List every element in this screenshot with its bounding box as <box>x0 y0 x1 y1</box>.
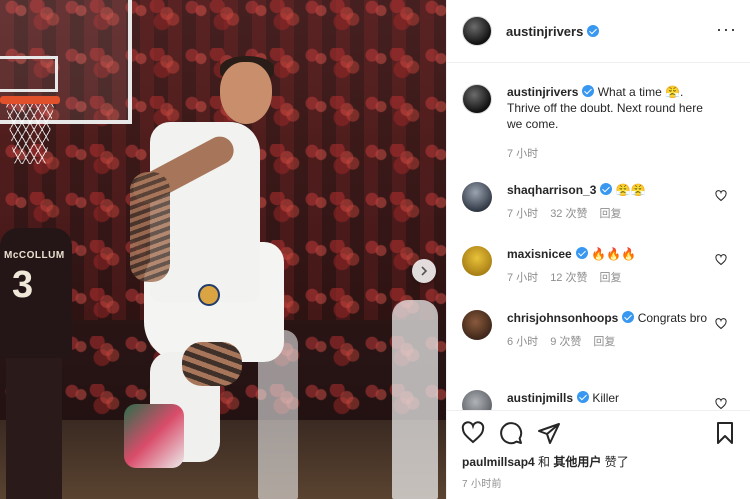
chevron-right-icon <box>421 266 428 276</box>
reply-button[interactable]: 回复 <box>593 334 615 350</box>
post-panel: austinjrivers ··· austinjrivers What a t… <box>446 0 750 499</box>
opponent-player: McCOLLUM 3 <box>0 228 80 499</box>
comment-username[interactable]: shaqharrison_3 <box>507 183 596 197</box>
comment-likes[interactable]: 9 次赞 <box>550 334 581 350</box>
avatar[interactable] <box>462 182 492 212</box>
celebrating-player <box>110 52 290 499</box>
jersey-number: 3 <box>12 264 34 306</box>
verified-icon <box>600 183 613 195</box>
verified-icon <box>575 247 588 259</box>
heart-icon[interactable] <box>715 318 727 330</box>
likes-summary: paulmillsap4 和 其他用户 赞了 <box>462 455 629 469</box>
heart-icon[interactable] <box>715 190 727 202</box>
comment-likes[interactable]: 12 次赞 <box>550 270 587 286</box>
referee <box>392 300 438 499</box>
reply-button[interactable]: 回复 <box>599 206 621 222</box>
verified-icon <box>577 391 590 403</box>
verified-icon <box>622 311 635 323</box>
post-actions: paulmillsap4 和 其他用户 赞了 7 小时前 <box>447 410 750 499</box>
verified-icon <box>582 85 595 97</box>
like-heart-icon[interactable] <box>461 421 485 445</box>
heart-icon[interactable] <box>715 398 727 410</box>
post-photo: McCOLLUM 3 <box>0 0 446 499</box>
verified-icon <box>587 24 600 37</box>
caption-author[interactable]: austinjrivers <box>507 85 578 99</box>
comment-text: 🔥🔥🔥 <box>591 247 636 261</box>
avatar[interactable] <box>462 390 492 410</box>
comments-list[interactable]: austinjrivers What a time 😤. Thrive off … <box>447 64 750 410</box>
avatar[interactable] <box>462 84 492 114</box>
bookmark-icon[interactable] <box>713 421 737 445</box>
next-photo-button[interactable] <box>412 259 436 283</box>
avatar[interactable] <box>462 310 492 340</box>
reply-button[interactable]: 回复 <box>599 270 621 286</box>
basket-rim <box>0 96 60 104</box>
comment-time: 6 小时 <box>507 336 539 348</box>
caption-time: 7 小时 <box>507 148 539 160</box>
avatar[interactable] <box>462 246 492 276</box>
comment-username[interactable]: maxisnicee <box>507 247 572 261</box>
comment-username[interactable]: chrisjohnsonhoops <box>507 311 618 325</box>
comment-time: 7 小时 <box>507 208 539 220</box>
post-header: austinjrivers ··· <box>447 0 750 63</box>
avatar[interactable] <box>462 16 492 46</box>
comment-username[interactable]: austinjmills <box>507 391 573 405</box>
comment-time: 7 小时 <box>507 272 539 284</box>
post-time: 7 小时前 <box>462 479 502 490</box>
jersey-name: McCOLLUM <box>4 250 65 261</box>
comment-text: 😤😤 <box>615 183 646 197</box>
liked-by-user[interactable]: paulmillsap4 <box>462 455 535 469</box>
comment-icon[interactable] <box>499 421 523 445</box>
comment-likes[interactable]: 32 次赞 <box>550 206 587 222</box>
share-icon[interactable] <box>537 421 561 445</box>
liked-by-others[interactable]: 其他用户 <box>553 455 601 469</box>
comment-text: Congrats bro <box>637 311 708 325</box>
author-username[interactable]: austinjrivers <box>506 24 600 39</box>
team-logo <box>198 284 220 306</box>
comment-text: Killer <box>592 391 620 405</box>
heart-icon[interactable] <box>715 254 727 266</box>
more-options-icon[interactable]: ··· <box>716 20 737 38</box>
